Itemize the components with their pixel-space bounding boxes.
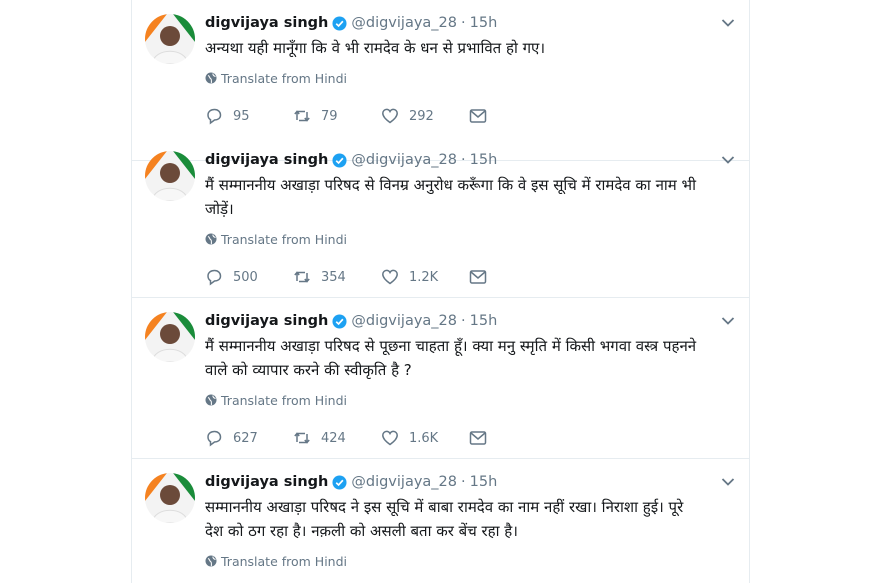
tweet-actions: 627 424 1.6K <box>205 428 487 448</box>
retweet-button[interactable]: 79 <box>293 107 381 125</box>
tweet-feed: digvijaya singh @digvijaya_28 · 15h अन्य… <box>131 0 750 583</box>
translate-link[interactable]: Translate from Hindi <box>205 69 347 87</box>
envelope-icon <box>469 109 487 123</box>
retweet-button[interactable]: 354 <box>293 268 381 286</box>
retweet-icon <box>294 432 310 444</box>
envelope-icon <box>469 270 487 284</box>
globe-icon <box>205 555 217 567</box>
tweet[interactable]: digvijaya singh @digvijaya_28 · 15h सम्म… <box>132 459 749 583</box>
translate-label: Translate from Hindi <box>221 553 347 569</box>
chevron-down-icon[interactable] <box>721 18 735 28</box>
tweet[interactable]: digvijaya singh @digvijaya_28 · 15h मैं … <box>132 298 749 459</box>
avatar[interactable] <box>145 151 195 201</box>
direct-message-button[interactable] <box>469 108 487 124</box>
heart-icon <box>382 430 398 446</box>
globe-icon <box>205 233 217 245</box>
reply-count: 95 <box>233 108 250 124</box>
tweet-actions: 500 354 1.2K <box>205 267 487 287</box>
translate-label: Translate from Hindi <box>221 231 347 247</box>
like-count: 292 <box>409 108 434 124</box>
reply-icon <box>207 108 222 125</box>
tweet-text: मैं सम्माननीय अखाड़ा परिषद से विनम्र अनु… <box>205 176 696 218</box>
verified-badge-icon <box>332 15 347 31</box>
translate-label: Translate from Hindi <box>221 70 347 86</box>
avatar[interactable] <box>145 14 195 64</box>
avatar[interactable] <box>145 473 195 523</box>
timestamp[interactable]: 15h <box>470 152 498 168</box>
tweet-header: digvijaya singh @digvijaya_28 · 15h <box>205 471 497 493</box>
globe-icon <box>205 72 217 84</box>
chevron-down-icon[interactable] <box>721 155 735 165</box>
tweet[interactable]: digvijaya singh @digvijaya_28 · 15h मैं … <box>132 137 749 298</box>
like-button[interactable]: 1.6K <box>381 429 469 447</box>
separator: · <box>461 15 466 31</box>
author-name[interactable]: digvijaya singh <box>205 474 328 490</box>
timestamp[interactable]: 15h <box>470 15 498 31</box>
retweet-count: 79 <box>321 108 338 124</box>
heart-icon <box>382 269 398 285</box>
tweet-text: मैं सम्माननीय अखाड़ा परिषद से पूछना चाहत… <box>205 337 697 379</box>
like-button[interactable]: 1.2K <box>381 268 469 286</box>
verified-badge-icon <box>332 152 347 168</box>
chevron-down-icon[interactable] <box>721 316 735 326</box>
separator: · <box>461 152 466 168</box>
tweet-text: अन्यथा यही मानूँगा कि वे भी रामदेव के धन… <box>205 39 546 57</box>
translate-label: Translate from Hindi <box>221 392 347 408</box>
author-handle[interactable]: @digvijaya_28 <box>351 474 457 490</box>
retweet-icon <box>294 271 310 283</box>
heart-icon <box>382 108 398 124</box>
retweet-button[interactable]: 424 <box>293 429 381 447</box>
reply-count: 500 <box>233 269 258 285</box>
timestamp[interactable]: 15h <box>470 474 498 490</box>
verified-badge-icon <box>332 313 347 329</box>
author-name[interactable]: digvijaya singh <box>205 313 328 329</box>
tweet-header: digvijaya singh @digvijaya_28 · 15h <box>205 12 497 34</box>
author-name[interactable]: digvijaya singh <box>205 152 328 168</box>
avatar[interactable] <box>145 312 195 362</box>
separator: · <box>461 313 466 329</box>
direct-message-button[interactable] <box>469 269 487 285</box>
verified-badge-icon <box>332 474 347 490</box>
retweet-count: 424 <box>321 430 346 446</box>
timestamp[interactable]: 15h <box>470 313 498 329</box>
translate-link[interactable]: Translate from Hindi <box>205 552 347 570</box>
globe-icon <box>205 394 217 406</box>
tweet-actions: 95 79 292 <box>205 106 487 126</box>
like-count: 1.2K <box>409 269 439 285</box>
author-name[interactable]: digvijaya singh <box>205 15 328 31</box>
retweet-icon <box>294 110 310 122</box>
reply-button[interactable]: 500 <box>205 268 293 286</box>
envelope-icon <box>469 431 487 445</box>
reply-icon <box>207 430 222 447</box>
author-handle[interactable]: @digvijaya_28 <box>351 15 457 31</box>
reply-icon <box>207 269 222 286</box>
translate-link[interactable]: Translate from Hindi <box>205 391 347 409</box>
tweet-header: digvijaya singh @digvijaya_28 · 15h <box>205 310 497 332</box>
reply-button[interactable]: 627 <box>205 429 293 447</box>
reply-count: 627 <box>233 430 258 446</box>
author-handle[interactable]: @digvijaya_28 <box>351 313 457 329</box>
direct-message-button[interactable] <box>469 430 487 446</box>
translate-link[interactable]: Translate from Hindi <box>205 230 347 248</box>
chevron-down-icon[interactable] <box>721 477 735 487</box>
like-count: 1.6K <box>409 430 439 446</box>
like-button[interactable]: 292 <box>381 107 469 125</box>
tweet-header: digvijaya singh @digvijaya_28 · 15h <box>205 149 497 171</box>
separator: · <box>461 474 466 490</box>
retweet-count: 354 <box>321 269 346 285</box>
reply-button[interactable]: 95 <box>205 107 293 125</box>
tweet-text: सम्माननीय अखाड़ा परिषद ने इस सूचि में बा… <box>205 498 684 540</box>
author-handle[interactable]: @digvijaya_28 <box>351 152 457 168</box>
